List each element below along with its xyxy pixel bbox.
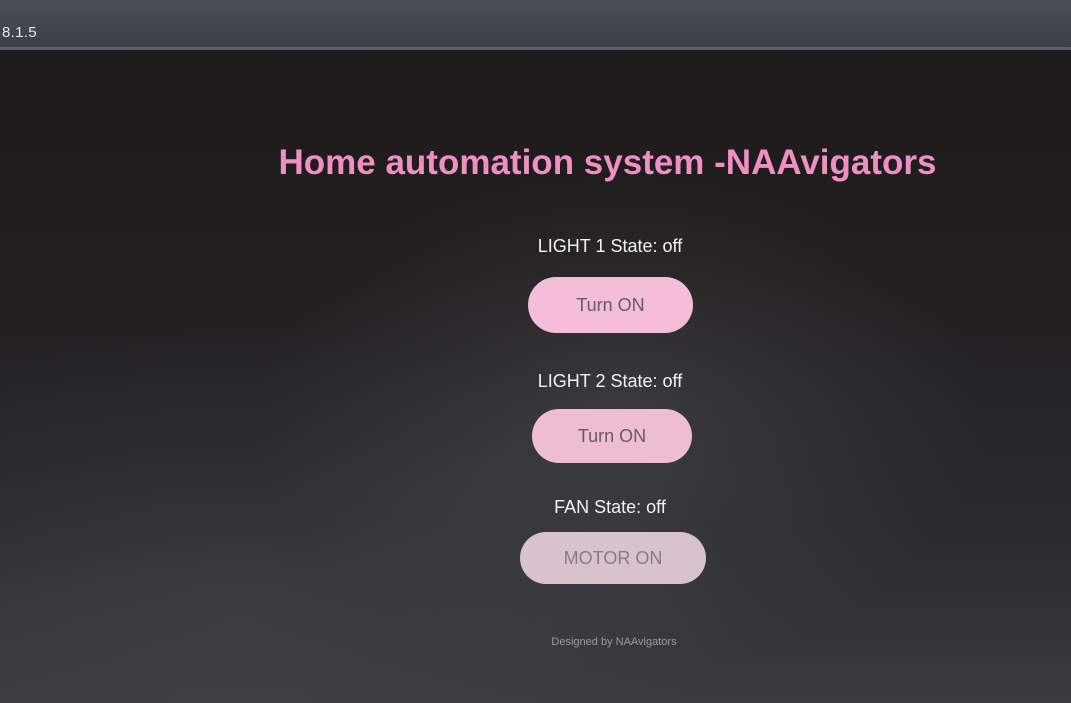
fan-state-label: FAN State: off (554, 497, 666, 517)
light2-turn-on-button[interactable]: Turn ON (532, 409, 692, 463)
fan-motor-on-button[interactable]: MOTOR ON (520, 532, 706, 584)
light2-state-label: LIGHT 2 State: off (537, 371, 683, 391)
address-text[interactable]: 8.1.5 (2, 24, 37, 41)
page-title: Home automation system -NAAvigators (278, 143, 937, 182)
page-content: Home automation system -NAAvigators LIGH… (0, 53, 1071, 703)
footer-credit: Designed by NAAvigators (551, 636, 677, 648)
browser-address-bar[interactable]: 8.1.5 (0, 0, 1071, 50)
screen: 8.1.5 Home automation system -NAAvigator… (0, 0, 1071, 703)
light1-state-label: LIGHT 1 State: off (537, 236, 683, 256)
light1-turn-on-button[interactable]: Turn ON (528, 277, 693, 333)
